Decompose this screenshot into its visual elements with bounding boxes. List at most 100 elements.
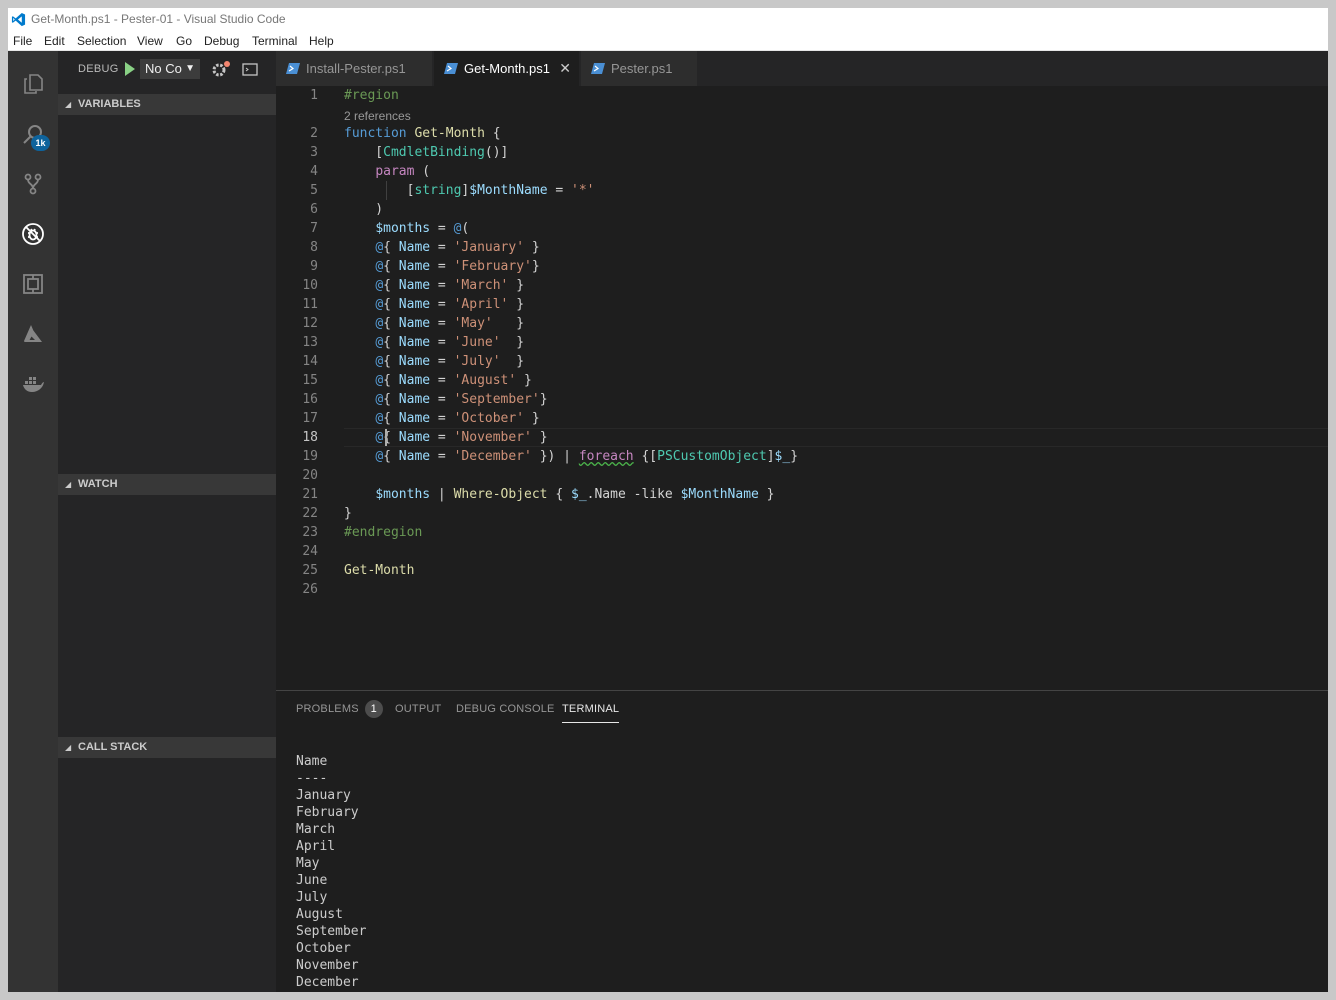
- code-line: #endregion: [344, 525, 423, 540]
- extensions-icon[interactable]: [8, 259, 58, 309]
- code-editor[interactable]: 1 #region 2 references 2 function Get-Month …: [276, 86, 1328, 689]
- line-number: 7: [310, 221, 318, 236]
- code-line: $months | Where-Object { $_.Name -like $…: [375, 487, 775, 502]
- code-line: #region: [344, 88, 399, 103]
- line-number: 2: [310, 126, 318, 141]
- terminal-line: May: [296, 856, 320, 871]
- terminal-line: June: [296, 873, 328, 888]
- terminal-line: October: [296, 941, 351, 956]
- line-number: 15: [302, 373, 318, 388]
- problems-count-badge: 1: [364, 700, 383, 718]
- section-watch[interactable]: ◢ WATCH: [58, 474, 276, 495]
- line-number: 8: [310, 240, 318, 255]
- terminal-line: February: [296, 805, 359, 820]
- azure-icon[interactable]: [8, 309, 58, 359]
- menu-terminal[interactable]: Terminal: [252, 31, 297, 51]
- line-number: 18: [302, 430, 318, 445]
- line-number: 6: [310, 202, 318, 217]
- menu-help[interactable]: Help: [309, 31, 334, 51]
- code-line: [string]$MonthName = '*': [344, 183, 595, 198]
- line-number: 13: [302, 335, 318, 350]
- collapse-triangle-icon: ◢: [65, 480, 72, 489]
- title-bar: Get-Month.ps1 - Pester-01 - Visual Studi…: [8, 8, 1328, 31]
- start-debugging-icon[interactable]: [118, 59, 140, 79]
- line-number: 4: [310, 164, 318, 179]
- vscode-logo-icon: [11, 12, 26, 27]
- source-control-icon[interactable]: [8, 159, 58, 209]
- tab-get-month[interactable]: Get-Month.ps1 ✕: [434, 51, 580, 86]
- line-number: 14: [302, 354, 318, 369]
- code-line: }: [344, 506, 352, 521]
- docker-icon[interactable]: [8, 359, 58, 409]
- collapse-triangle-icon: ◢: [65, 100, 72, 109]
- vscode-window: Get-Month.ps1 - Pester-01 - Visual Studi…: [8, 8, 1328, 992]
- panel-tab-debug-console[interactable]: DEBUG CONSOLE: [456, 691, 555, 727]
- debug-toolbar: DEBUG No Co ▼: [58, 51, 276, 87]
- line-number: 26: [302, 582, 318, 597]
- menu-debug[interactable]: Debug: [204, 31, 239, 51]
- line-number: 17: [302, 411, 318, 426]
- open-console-icon[interactable]: [242, 60, 258, 78]
- line-number: 9: [310, 259, 318, 274]
- panel-tab-debug-console-label: DEBUG CONSOLE: [456, 703, 555, 715]
- search-icon[interactable]: [8, 109, 58, 159]
- line-number: 21: [302, 487, 318, 502]
- activity-bar: 1k: [8, 51, 58, 992]
- menu-go[interactable]: Go: [176, 31, 192, 51]
- terminal-line: March: [296, 822, 336, 837]
- terminal-line: April: [296, 839, 336, 854]
- explorer-icon[interactable]: [8, 59, 58, 109]
- panel-tab-terminal[interactable]: TERMINAL: [562, 691, 620, 727]
- code-line: @{ Name = 'November' }: [375, 430, 548, 445]
- powershell-icon: [286, 63, 300, 74]
- indent-guide: [386, 181, 387, 200]
- gear-icon[interactable]: [210, 60, 232, 78]
- panel-tab-terminal-label: TERMINAL: [562, 703, 620, 715]
- chevron-down-icon: ▼: [185, 63, 195, 74]
- powershell-icon: [444, 63, 458, 74]
- menu-selection[interactable]: Selection: [77, 31, 126, 51]
- terminal-line: August: [296, 907, 343, 922]
- code-line: [CmdletBinding()]: [344, 145, 509, 160]
- line-number: 11: [302, 297, 318, 312]
- window-title: Get-Month.ps1 - Pester-01 - Visual Studi…: [31, 12, 286, 26]
- code-line: param (: [375, 164, 431, 179]
- terminal-line: ----: [296, 771, 328, 786]
- debug-configuration-select[interactable]: No Co ▼: [140, 59, 200, 79]
- tab-pester[interactable]: Pester.ps1: [581, 51, 698, 86]
- tab-label: Install-Pester.ps1: [306, 61, 406, 76]
- active-tab-underline: [562, 722, 620, 723]
- section-call-stack[interactable]: ◢ CALL STACK: [58, 737, 276, 758]
- debug-icon[interactable]: [8, 209, 58, 259]
- menu-file[interactable]: File: [13, 31, 32, 51]
- code-line: @{ Name = 'July' }: [375, 354, 525, 369]
- code-line: @{ Name = 'January' }: [375, 240, 540, 255]
- line-number: 10: [302, 278, 318, 293]
- line-number: 16: [302, 392, 318, 407]
- line-number: 23: [302, 525, 318, 540]
- terminal-line: November: [296, 958, 359, 973]
- source-control-badge: 1k: [31, 135, 50, 151]
- panel-tab-problems-label: PROBLEMS: [296, 703, 359, 715]
- line-number: 24: [302, 544, 318, 559]
- panel-tab-problems[interactable]: PROBLEMS 1: [296, 691, 383, 727]
- terminal-line: January: [296, 788, 351, 803]
- close-icon[interactable]: ✕: [559, 51, 571, 86]
- terminal-line: July: [296, 890, 328, 905]
- tab-label: Get-Month.ps1: [464, 61, 550, 76]
- section-variables[interactable]: ◢ VARIABLES: [58, 94, 276, 115]
- powershell-icon: [591, 63, 605, 74]
- line-number: 19: [302, 449, 318, 464]
- code-line: @{ Name = 'February'}: [375, 259, 540, 274]
- code-line: @{ Name = 'May' }: [375, 316, 525, 331]
- tab-install-pester[interactable]: Install-Pester.ps1: [276, 51, 433, 86]
- line-number: 1: [310, 88, 318, 103]
- code-line: @{ Name = 'June' }: [375, 335, 525, 350]
- section-call-stack-label: CALL STACK: [78, 741, 148, 753]
- menu-edit[interactable]: Edit: [44, 31, 65, 51]
- terminal-line: December: [296, 975, 359, 990]
- code-line: $months = @(: [375, 221, 470, 236]
- panel-tab-output[interactable]: OUTPUT: [395, 691, 441, 727]
- editor-tabs: Install-Pester.ps1 Get-Month.ps1 ✕ Peste…: [276, 51, 1328, 86]
- menu-view[interactable]: View: [137, 31, 163, 51]
